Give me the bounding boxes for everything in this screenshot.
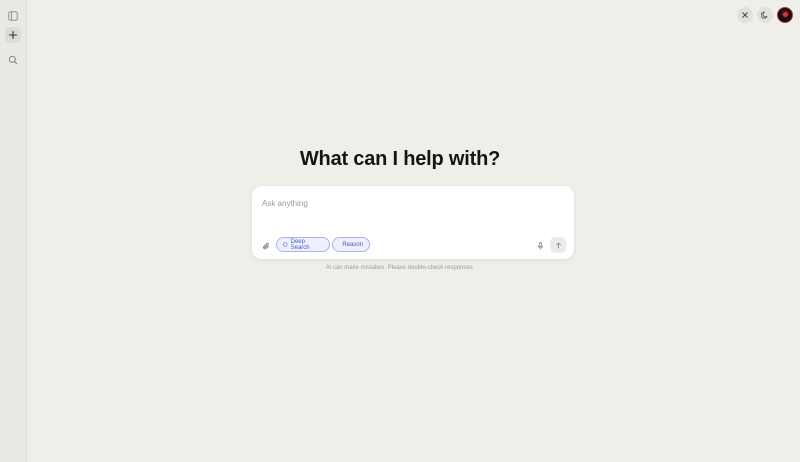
globe-icon [283,242,288,247]
top-right-controls [737,7,793,23]
search-icon [8,55,18,65]
page-title: What can I help with? [299,148,501,170]
paperclip-icon [262,242,269,249]
app-window: What can I help with? Deep Search Reason [0,0,800,462]
chat-composer: Deep Search Reason [252,186,574,259]
moon-icon [761,11,768,19]
reason-toggle[interactable]: Reason [332,237,370,252]
plus-icon [8,30,18,40]
new-chat-button[interactable] [5,27,21,43]
send-button[interactable] [550,237,566,253]
close-button[interactable] [737,7,753,23]
search-button[interactable] [5,52,21,68]
disclaimer-text: AI can make mistakes. Please double-chec… [325,265,475,271]
deep-search-label: Deep Search [290,238,310,251]
deep-search-toggle[interactable]: Deep Search [276,237,330,252]
left-rail [0,0,27,462]
sidebar-icon [8,11,18,21]
attach-button[interactable] [261,241,271,251]
toggle-sidebar-button[interactable] [5,8,21,24]
theme-toggle-button[interactable] [757,7,773,23]
reason-label: Reason [342,241,363,248]
avatar[interactable] [777,7,793,23]
close-icon [742,12,748,18]
arrow-up-icon [555,242,561,248]
message-input[interactable] [262,196,562,210]
microphone-icon [537,241,543,249]
voice-input-button[interactable] [536,241,544,250]
